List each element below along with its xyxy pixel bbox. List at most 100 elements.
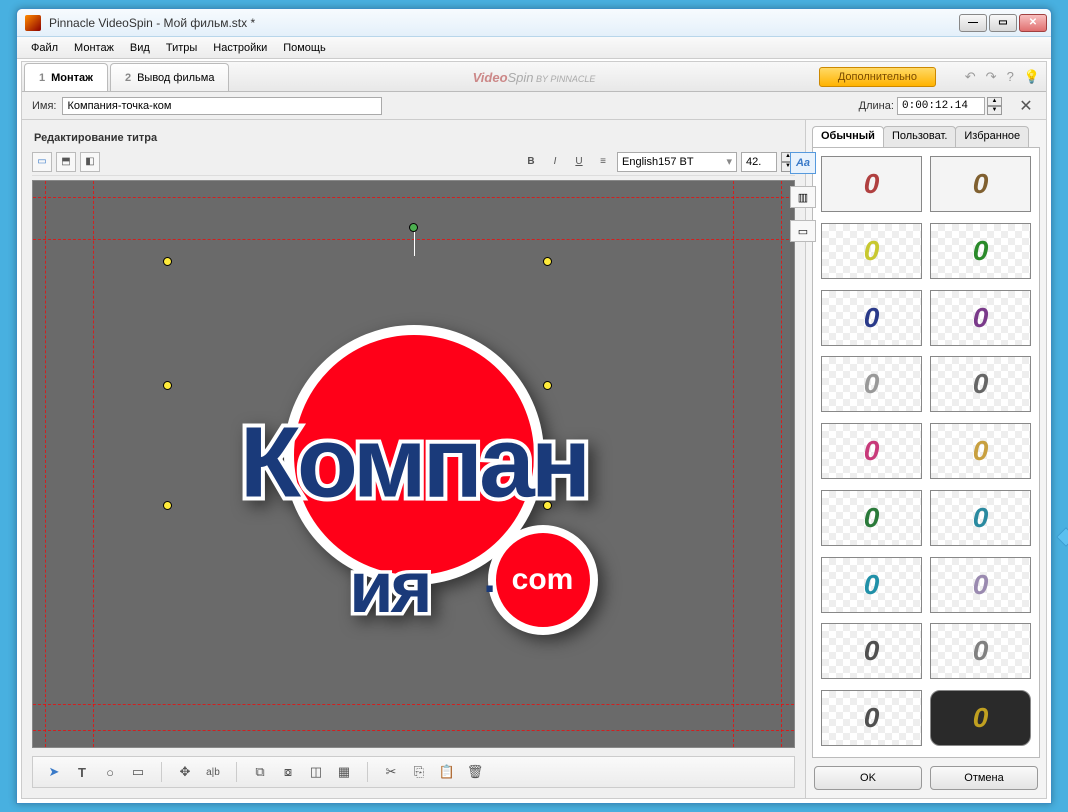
tab-montage[interactable]: 1Монтаж xyxy=(24,63,108,91)
rotate-handle[interactable] xyxy=(409,223,418,232)
backgrounds-icon[interactable]: ▥ xyxy=(790,186,816,208)
font-select[interactable]: English157 BT xyxy=(617,152,737,172)
menu-edit[interactable]: Монтаж xyxy=(66,39,122,57)
text-style-icon[interactable]: Aa xyxy=(790,152,816,174)
handle-bl[interactable] xyxy=(163,501,172,510)
style-swatch[interactable]: 0 xyxy=(821,223,922,279)
style-swatch[interactable]: 0 xyxy=(930,557,1031,613)
tab-export[interactable]: 2Вывод фильма xyxy=(110,63,229,91)
group-icon[interactable]: ⧉ xyxy=(249,761,271,783)
title-toolbar: ▭ ⬒ ◧ B I U ≡ English157 BT 42. ▲▼ xyxy=(32,152,795,176)
handle-tr[interactable] xyxy=(543,257,552,266)
handle-br[interactable] xyxy=(543,501,552,510)
window-controls: — ▭ ✕ xyxy=(959,14,1047,32)
maximize-button[interactable]: ▭ xyxy=(989,14,1017,32)
close-editor-icon[interactable]: ✕ xyxy=(1016,96,1036,116)
minimize-button[interactable]: — xyxy=(959,14,987,32)
style-panel: Обычный Пользоват. Избранное 00000000000… xyxy=(806,120,1046,798)
layout-bottom-icon[interactable]: ⬒ xyxy=(56,152,76,172)
style-tab-fav[interactable]: Избранное xyxy=(955,126,1029,147)
style-tab-custom[interactable]: Пользоват. xyxy=(883,126,956,147)
bulb-icon[interactable]: 💡 xyxy=(1024,69,1040,85)
copy-icon[interactable]: ⎘ xyxy=(408,761,430,783)
name-bar: Имя: Длина: ▲▼ ✕ xyxy=(22,92,1046,120)
style-swatch[interactable]: 0 xyxy=(821,623,922,679)
ungroup-icon[interactable]: ⧇ xyxy=(277,761,299,783)
handle-mr[interactable] xyxy=(543,381,552,390)
pointer-tool-icon[interactable]: ➤ xyxy=(43,761,65,783)
ellipse-tool-icon[interactable]: ○ xyxy=(99,761,121,783)
close-button[interactable]: ✕ xyxy=(1019,14,1047,32)
pictures-icon[interactable]: ▭ xyxy=(790,220,816,242)
style-swatch[interactable]: 0 xyxy=(930,623,1031,679)
section-title: Редактирование титра xyxy=(32,128,795,152)
title-object[interactable]: Компан ия com xyxy=(154,325,674,625)
cut-icon[interactable]: ✂ xyxy=(380,761,402,783)
ok-button[interactable]: OK xyxy=(814,766,922,790)
style-swatch[interactable]: 0 xyxy=(930,290,1031,346)
help-icon[interactable]: ? xyxy=(1007,69,1014,85)
sidebar-handle-icon[interactable] xyxy=(1056,527,1068,547)
style-swatch[interactable]: 0 xyxy=(930,223,1031,279)
menu-file[interactable]: Файл xyxy=(23,39,66,57)
cancel-button[interactable]: Отмена xyxy=(930,766,1038,790)
delete-icon[interactable]: 🗑 xyxy=(464,761,486,783)
style-tabs: Обычный Пользоват. Избранное xyxy=(812,126,1040,148)
font-size-input[interactable]: 42. xyxy=(741,152,777,172)
style-swatch[interactable]: 0 xyxy=(821,156,922,212)
kerning-tool-icon[interactable]: a|b xyxy=(202,761,224,783)
paste-icon[interactable]: 📋 xyxy=(436,761,458,783)
duration-label: Длина: xyxy=(859,100,894,112)
style-swatch[interactable]: 0 xyxy=(821,490,922,546)
dotcom-badge: com xyxy=(488,525,598,635)
duration-spinner[interactable]: ▲▼ xyxy=(987,97,1002,115)
style-swatch[interactable]: 0 xyxy=(821,557,922,613)
style-swatch[interactable]: 0 xyxy=(930,156,1031,212)
rect-tool-icon[interactable]: ▭ xyxy=(127,761,149,783)
app-icon xyxy=(25,15,41,31)
layout-full-icon[interactable]: ▭ xyxy=(32,152,52,172)
align-tool-icon[interactable]: ◫ xyxy=(305,761,327,783)
italic-icon[interactable]: I xyxy=(545,152,565,172)
name-label: Имя: xyxy=(32,100,56,112)
extra-button[interactable]: Дополнительно xyxy=(819,67,936,87)
undo-icon[interactable]: ↶ xyxy=(965,69,976,85)
underline-icon[interactable]: U xyxy=(569,152,589,172)
grid-icon[interactable]: ▦ xyxy=(333,761,355,783)
style-swatch[interactable]: 0 xyxy=(821,690,922,746)
bottom-toolbar: ➤ T ○ ▭ ✥ a|b ⧉ ⧇ ◫ ▦ ✂ ⎘ 📋 🗑 xyxy=(32,756,795,788)
editor-area: Редактирование титра ▭ ⬒ ◧ B I U ≡ Engli… xyxy=(22,120,1046,798)
main-tabbar: 1Монтаж 2Вывод фильма VideoSpin BY PINNA… xyxy=(22,62,1046,92)
align-icon[interactable]: ≡ xyxy=(593,152,613,172)
style-grid: 000000000000000000 xyxy=(812,148,1040,758)
window-title: Pinnacle VideoSpin - Мой фильм.stx * xyxy=(45,16,959,30)
style-swatch[interactable]: 0 xyxy=(821,290,922,346)
name-input[interactable] xyxy=(62,97,382,115)
menu-view[interactable]: Вид xyxy=(122,39,158,57)
bold-icon[interactable]: B xyxy=(521,152,541,172)
menu-help[interactable]: Помощь xyxy=(275,39,334,57)
style-swatch[interactable]: 0 xyxy=(930,690,1031,746)
menu-settings[interactable]: Настройки xyxy=(205,39,275,57)
editor-left: Редактирование титра ▭ ⬒ ◧ B I U ≡ Engli… xyxy=(22,120,806,798)
text-tool-icon[interactable]: T xyxy=(71,761,93,783)
redo-icon[interactable]: ↷ xyxy=(986,69,997,85)
handle-tl[interactable] xyxy=(163,257,172,266)
titlebar[interactable]: Pinnacle VideoSpin - Мой фильм.stx * — ▭… xyxy=(17,9,1051,37)
side-strip: Aa ▥ ▭ xyxy=(788,152,818,242)
style-swatch[interactable]: 0 xyxy=(930,356,1031,412)
duration-input[interactable] xyxy=(897,97,985,115)
tabbar-icons: ↶ ↷ ? 💡 xyxy=(965,69,1040,85)
title-canvas[interactable]: Компан ия com xyxy=(32,180,795,748)
brand-logo: VideoSpin BY PINNACLE xyxy=(473,70,596,85)
layout-left-icon[interactable]: ◧ xyxy=(80,152,100,172)
move-tool-icon[interactable]: ✥ xyxy=(174,761,196,783)
menubar: Файл Монтаж Вид Титры Настройки Помощь xyxy=(17,37,1051,59)
handle-ml[interactable] xyxy=(163,381,172,390)
menu-titles[interactable]: Титры xyxy=(158,39,205,57)
style-swatch[interactable]: 0 xyxy=(821,356,922,412)
style-tab-standard[interactable]: Обычный xyxy=(812,126,884,147)
style-swatch[interactable]: 0 xyxy=(930,490,1031,546)
style-swatch[interactable]: 0 xyxy=(930,423,1031,479)
style-swatch[interactable]: 0 xyxy=(821,423,922,479)
